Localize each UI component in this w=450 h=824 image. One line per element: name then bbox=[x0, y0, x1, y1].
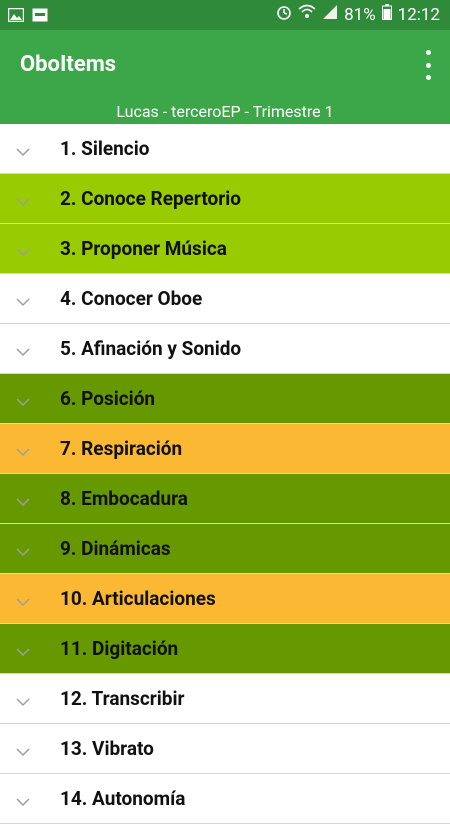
list-item[interactable]: 9. Dinámicas bbox=[0, 524, 450, 574]
chevron-down-icon bbox=[16, 792, 30, 807]
list-item-label: 3. Proponer Música bbox=[60, 237, 227, 260]
list-item[interactable]: 10. Articulaciones bbox=[0, 574, 450, 624]
list-item[interactable]: 14. Autonomía bbox=[0, 774, 450, 824]
list-item[interactable]: 13. Vibrato bbox=[0, 724, 450, 774]
chevron-down-icon bbox=[16, 742, 30, 757]
list-item[interactable]: 11. Digitación bbox=[0, 624, 450, 674]
list-item-label: 11. Digitación bbox=[60, 637, 179, 660]
list-item-label: 4. Conocer Oboe bbox=[60, 287, 203, 310]
chevron-down-icon bbox=[16, 542, 30, 557]
list-item[interactable]: 3. Proponer Música bbox=[0, 224, 450, 274]
list-item[interactable]: 1. Silencio bbox=[0, 124, 450, 174]
image-notification-icon bbox=[7, 7, 25, 26]
chevron-down-icon bbox=[16, 592, 30, 607]
list-item-label: 14. Autonomía bbox=[60, 787, 186, 810]
list-item[interactable]: 2. Conoce Repertorio bbox=[0, 174, 450, 224]
wifi-icon bbox=[298, 4, 316, 25]
clock-time: 12:12 bbox=[397, 4, 440, 25]
list-item-label: 10. Articulaciones bbox=[60, 587, 216, 610]
chevron-down-icon bbox=[16, 442, 30, 457]
list-item[interactable]: 5. Afinación y Sonido bbox=[0, 324, 450, 374]
list-item-label: 2. Conoce Repertorio bbox=[60, 187, 241, 210]
app-bar: OboItems bbox=[0, 30, 450, 100]
chevron-down-icon bbox=[16, 192, 30, 207]
battery-percent: 81% bbox=[344, 4, 376, 25]
app-title: OboItems bbox=[20, 52, 117, 77]
list-item-label: 9. Dinámicas bbox=[60, 537, 171, 560]
list-item[interactable]: 7. Respiración bbox=[0, 424, 450, 474]
list-item[interactable]: 12. Transcribir bbox=[0, 674, 450, 724]
chevron-down-icon bbox=[16, 492, 30, 507]
chevron-down-icon bbox=[16, 242, 30, 257]
chevron-down-icon bbox=[16, 342, 30, 357]
list-item-label: 7. Respiración bbox=[60, 437, 183, 460]
signal-icon bbox=[322, 4, 338, 25]
list-item[interactable]: 8. Embocadura bbox=[0, 474, 450, 524]
list-item[interactable]: 4. Conocer Oboe bbox=[0, 274, 450, 324]
student-context-subtitle: Lucas - terceroEP - Trimestre 1 bbox=[0, 100, 450, 124]
overflow-menu-icon[interactable] bbox=[420, 50, 436, 80]
list-item-label: 13. Vibrato bbox=[60, 737, 154, 760]
chevron-down-icon bbox=[16, 392, 30, 407]
chevron-down-icon bbox=[16, 142, 30, 157]
status-bar: 81% 12:12 bbox=[0, 0, 450, 30]
list-item-label: 6. Posición bbox=[60, 387, 156, 410]
chevron-down-icon bbox=[16, 292, 30, 307]
list-item[interactable]: 6. Posición bbox=[0, 374, 450, 424]
chevron-down-icon bbox=[16, 642, 30, 657]
item-list: 1. Silencio 2. Conoce Repertorio 3. Propon… bbox=[0, 124, 450, 824]
list-item-label: 1. Silencio bbox=[60, 137, 150, 160]
list-item-label: 12. Transcribir bbox=[60, 687, 185, 710]
alarm-icon bbox=[276, 4, 292, 25]
app-notification-icon bbox=[32, 7, 48, 26]
battery-icon bbox=[381, 4, 392, 25]
chevron-down-icon bbox=[16, 692, 30, 707]
list-item-label: 8. Embocadura bbox=[60, 487, 188, 510]
list-item-label: 5. Afinación y Sonido bbox=[60, 337, 242, 360]
